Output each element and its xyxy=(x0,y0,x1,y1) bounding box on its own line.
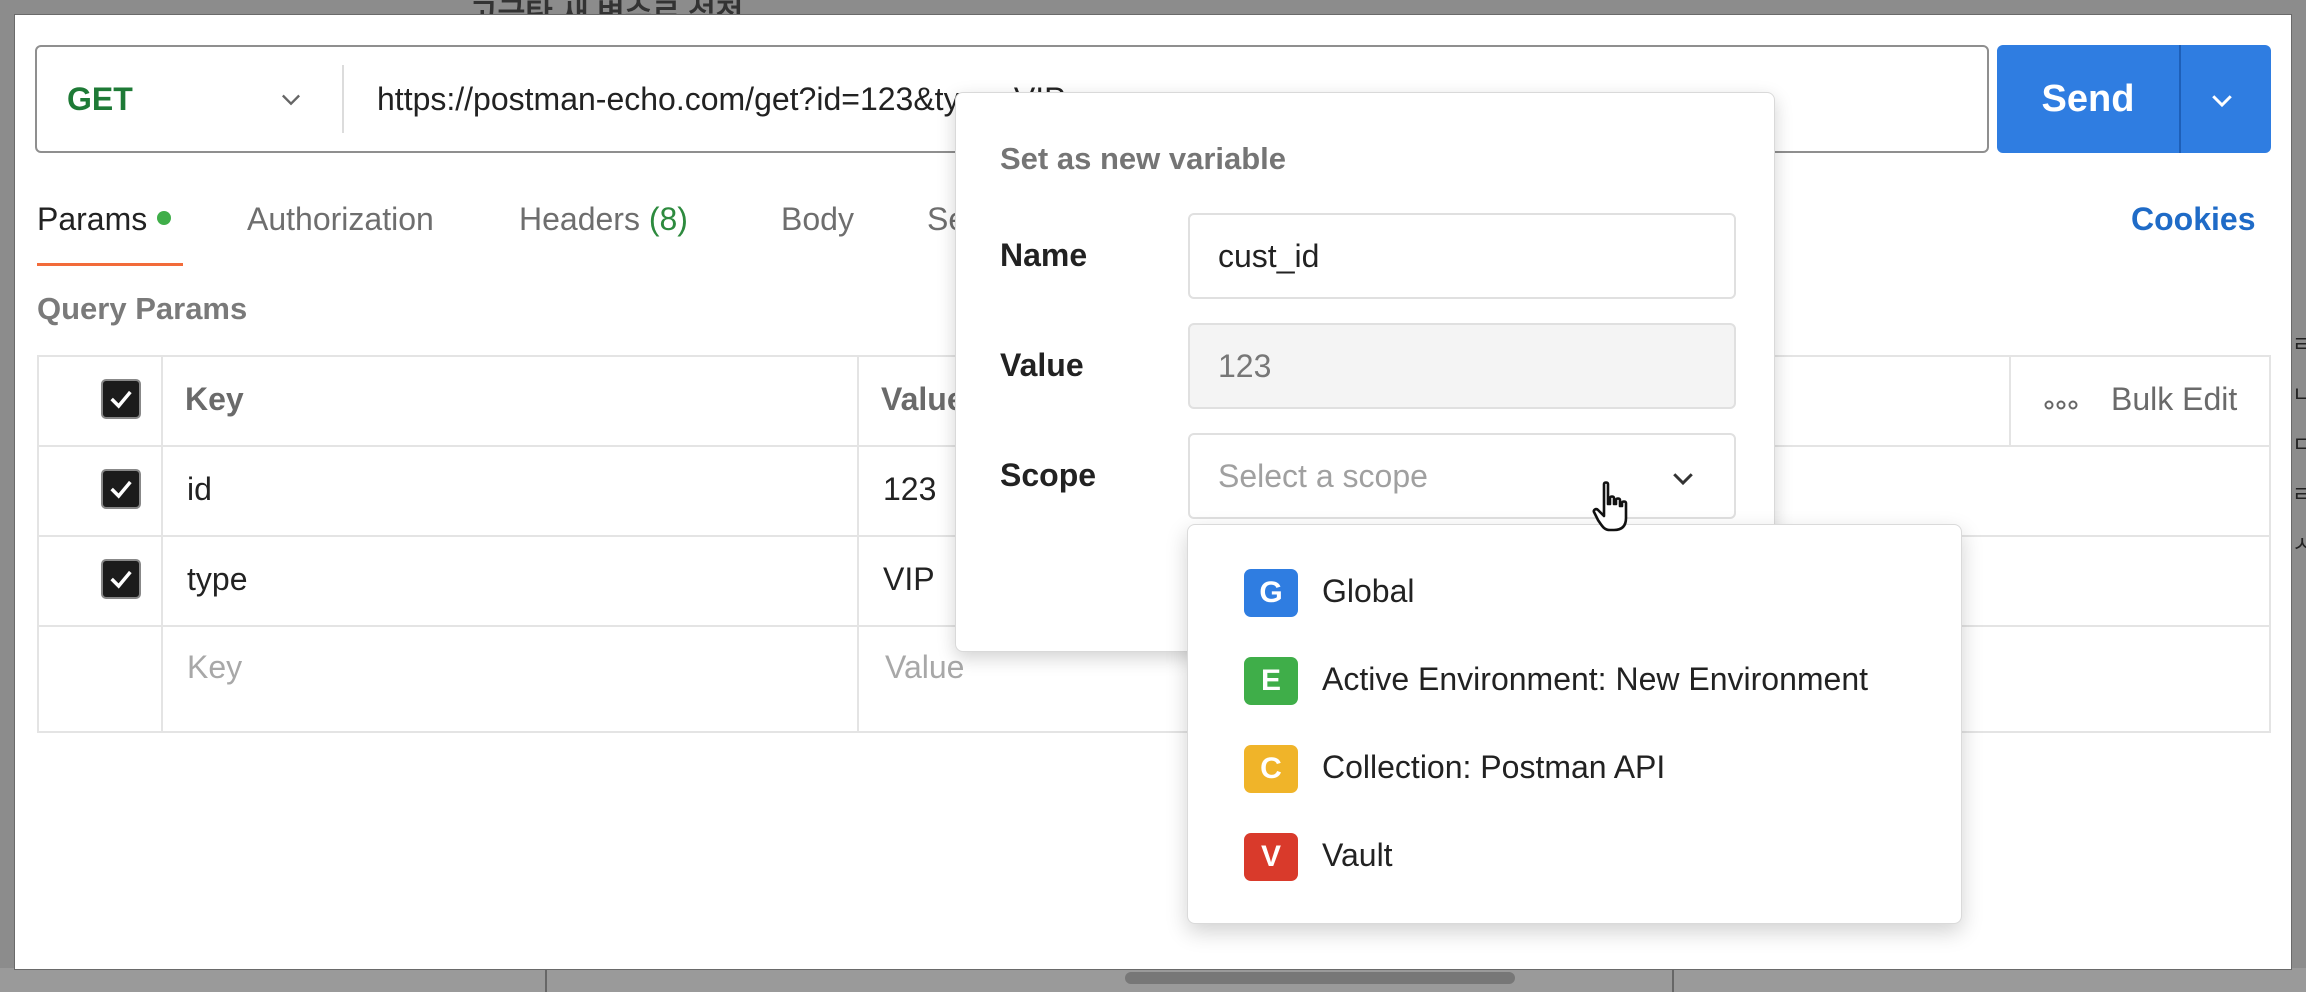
popover-title: Set as new variable xyxy=(1000,141,1287,176)
column-header-key: Key xyxy=(185,381,244,417)
active-dot-icon xyxy=(157,210,172,225)
active-tab-indicator xyxy=(37,263,183,266)
bulk-edit-button[interactable]: Bulk Edit xyxy=(2111,381,2237,418)
variable-name-input[interactable]: cust_id xyxy=(1188,213,1736,299)
new-key-input[interactable]: Key xyxy=(187,649,242,686)
collection-badge-icon: C xyxy=(1244,745,1298,793)
scope-label: Scope xyxy=(1000,457,1097,493)
tab-authorization[interactable]: Authorization xyxy=(247,201,434,238)
new-value-input[interactable]: Value xyxy=(885,649,964,686)
name-label: Name xyxy=(1000,237,1088,273)
tab-body[interactable]: Body xyxy=(781,201,854,238)
send-button-group: Send xyxy=(1997,45,2271,153)
query-params-heading: Query Params xyxy=(37,291,248,326)
column-header-value: Value xyxy=(881,381,965,417)
divider xyxy=(342,65,344,133)
param-value-cell[interactable]: VIP xyxy=(883,561,935,598)
tab-headers[interactable]: Headers (8) xyxy=(519,201,688,238)
row-checkbox[interactable] xyxy=(101,559,141,599)
send-button[interactable]: Send xyxy=(1997,45,2179,153)
param-key-cell[interactable]: id xyxy=(187,471,212,508)
hand-cursor-icon xyxy=(1592,481,1628,532)
checkmark-icon xyxy=(110,480,132,499)
tab-params[interactable]: Params xyxy=(37,201,172,238)
scope-dropdown: G Global E Active Environment: New Envir… xyxy=(1187,524,1962,924)
global-badge-icon: G xyxy=(1244,569,1298,617)
param-value-cell[interactable]: 123 xyxy=(883,471,936,508)
checkmark-icon xyxy=(110,570,132,589)
checkmark-icon xyxy=(110,390,132,409)
scope-select[interactable]: Select a scope xyxy=(1188,433,1736,519)
row-checkbox[interactable] xyxy=(101,469,141,509)
value-label: Value xyxy=(1000,347,1084,383)
param-key-cell[interactable]: type xyxy=(187,561,247,598)
cookies-link[interactable]: Cookies xyxy=(2131,201,2255,238)
more-options-icon[interactable] xyxy=(2043,395,2079,415)
background-side-text: ㄹ ㄴ ㄷ ㄹ ㅅ xyxy=(2292,332,2306,557)
select-all-checkbox[interactable] xyxy=(101,379,141,419)
environment-badge-icon: E xyxy=(1244,657,1298,705)
background-footer xyxy=(0,968,2306,992)
chevron-down-icon xyxy=(1673,473,1693,486)
divider xyxy=(2179,45,2181,153)
chevron-down-icon[interactable] xyxy=(2207,85,2237,115)
method-select[interactable]: GET xyxy=(67,47,133,151)
chevron-down-icon[interactable] xyxy=(277,85,305,113)
variable-value-field: 123 xyxy=(1188,323,1736,409)
vault-badge-icon: V xyxy=(1244,833,1298,881)
